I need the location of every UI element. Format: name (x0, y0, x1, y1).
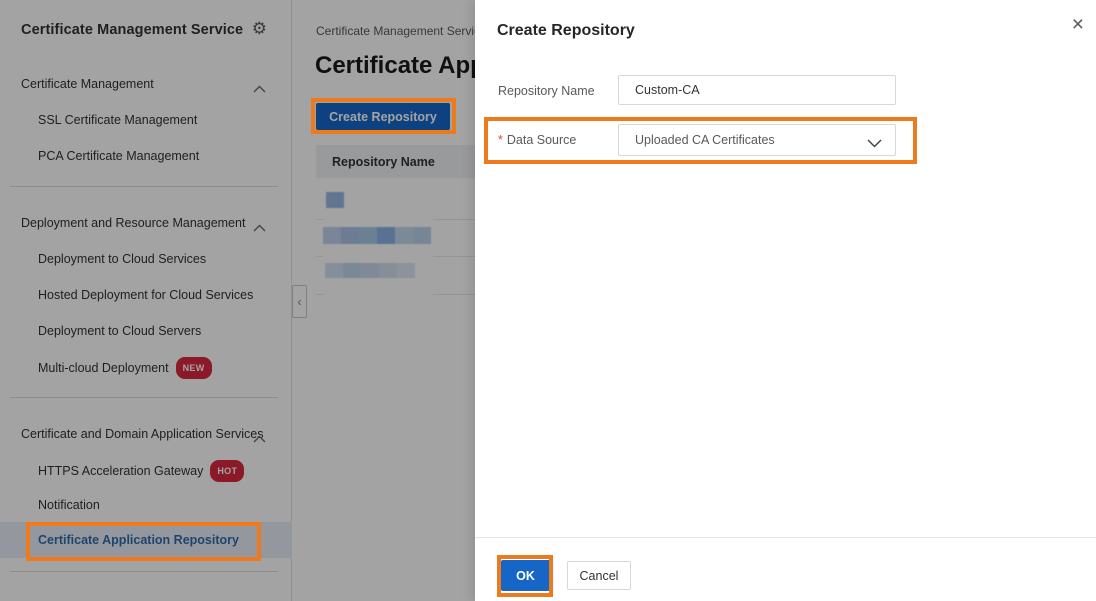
data-source-select[interactable]: Uploaded CA Certificates (618, 124, 896, 156)
repository-name-label: Repository Name (498, 84, 595, 98)
select-value: Uploaded CA Certificates (635, 133, 775, 147)
chevron-down-icon (867, 137, 882, 151)
drawer-title: Create Repository (497, 22, 635, 39)
ok-button[interactable]: OK (501, 560, 550, 591)
app-window: Certificate Management Service ⚙ Certifi… (0, 0, 1096, 601)
close-icon[interactable]: × (1072, 14, 1084, 35)
create-repository-drawer: Create Repository × Repository Name *Dat… (475, 0, 1096, 601)
cancel-button[interactable]: Cancel (567, 561, 631, 590)
repository-name-input[interactable] (618, 75, 896, 105)
divider (475, 537, 1096, 538)
required-mark: * (498, 133, 503, 147)
data-source-label: * Data Source (498, 133, 577, 147)
